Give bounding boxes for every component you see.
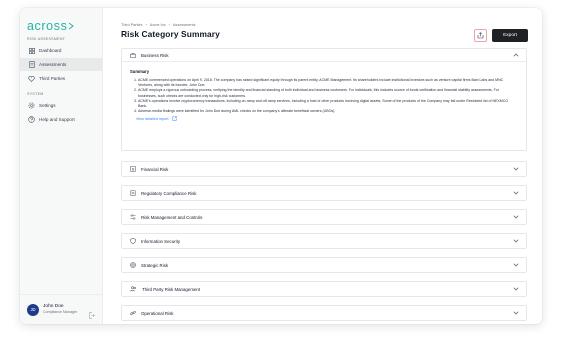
heart-icon [28,75,35,82]
view-report-label: View detailed report [136,116,169,121]
sidebar-item-settings[interactable]: Settings [20,99,102,112]
summary-item: ACME commenced operations on April 9, 20… [138,78,518,88]
accordion-financial-risk[interactable]: $ Financial Risk [121,161,527,177]
help-circle-icon [28,116,35,123]
accordion-third-party-risk[interactable]: Third Party Risk Management [121,281,527,297]
export-button[interactable]: Export [492,29,528,42]
target-icon [130,262,136,268]
summary-item: ACME employs a rigorous onboarding proce… [138,88,518,98]
accordion-title: Business Risk [141,52,169,58]
logo-text: across [27,19,68,33]
view-report-link[interactable]: View detailed report [136,116,526,122]
summary-item: ACME's operations involve cryptocurrency… [138,99,518,109]
sidebar-item-assessments[interactable]: Assessments [20,58,102,71]
share-icon [477,32,484,39]
chevron-down-icon [513,263,519,268]
page-title: Risk Category Summary [121,29,220,39]
nav-system: Settings Help and Support [20,99,102,126]
accordion-title: Information Security [141,238,181,244]
breadcrumb-item[interactable]: Acme Inc [150,23,166,27]
external-link-icon [171,116,177,122]
gear-icon [28,102,35,109]
section-label-system: SYSTEM [27,92,44,96]
accordion-information-security[interactable]: Information Security [121,233,527,249]
breadcrumb-separator-icon: › [168,23,170,27]
svg-text:$: $ [132,167,135,172]
sidebar-item-label: Help and Support [39,117,75,122]
accordion-title: Risk Management and Controls [141,214,203,220]
sidebar-item-label: Dashboard [39,48,62,53]
sidebar-item-third-parties[interactable]: Third Parties [20,72,102,85]
accordion-title: Financial Risk [141,166,169,172]
main-content: Third Parties › Acme Inc › Assessments R… [103,8,542,324]
accordion-title: Strategic Risk [141,262,169,268]
grid-icon [28,47,35,54]
sidebar-item-label: Third Parties [39,76,66,81]
nav-primary: Dashboard Assessments Third Parties [20,44,102,85]
summary-item: Adverse-media findings were identified f… [138,109,518,114]
sliders-icon [130,214,136,220]
breadcrumb-item[interactable]: Assessments [173,23,196,27]
user-profile[interactable]: JD John Doe Compliance Manager [20,294,102,324]
users-icon [130,286,137,292]
user-info: John Doe Compliance Manager [43,304,77,314]
chevron-down-icon [513,191,519,196]
logo: across [20,18,102,34]
chevron-down-icon [513,311,519,316]
clipboard-icon [130,190,136,196]
chevron-down-icon [513,215,519,220]
chevron-down-icon [513,239,519,244]
logout-icon[interactable] [89,306,95,324]
logo-chevron-icon [69,22,75,30]
accordion-title: Operational Risk [141,310,174,316]
document-icon [28,61,35,68]
user-role: Compliance Manager [43,310,78,315]
breadcrumb-separator-icon: › [145,23,147,27]
accordion-strategic-risk[interactable]: Strategic Risk [121,257,527,273]
section-label-risk: RISK ASSESSMENT [27,37,66,41]
accordion-title: Regulatory Compliance Risk [141,190,197,196]
dollar-icon: $ [130,166,136,172]
chevron-up-icon[interactable] [513,53,519,58]
sidebar-item-label: Settings [39,103,56,108]
share-button[interactable] [474,29,487,42]
accordion-operational-risk[interactable]: Operational Risk [121,305,527,321]
accordion-regulatory-risk[interactable]: Regulatory Compliance Risk [121,185,527,201]
summary-list: ACME commenced operations on April 9, 20… [138,78,518,114]
sidebar-item-dashboard[interactable]: Dashboard [20,44,102,57]
accordion-risk-management[interactable]: Risk Management and Controls [121,209,527,225]
briefcase-icon [130,52,136,58]
accordion-header[interactable]: Business Risk [122,49,526,62]
chevron-down-icon [513,167,519,172]
sidebar-item-label: Assessments [39,62,67,67]
chevron-down-icon [513,287,519,292]
summary-heading: Summary [130,69,150,74]
sidebar: across RISK ASSESSMENT Dashboard Assessm… [20,8,103,324]
shield-icon [130,238,136,244]
accordion-title: Third Party Risk Management [142,286,201,292]
breadcrumb: Third Parties › Acme Inc › Assessments [121,23,195,27]
breadcrumb-item[interactable]: Third Parties [121,23,143,27]
link-icon [130,310,136,316]
app-window: across RISK ASSESSMENT Dashboard Assessm… [20,8,542,324]
sidebar-item-help[interactable]: Help and Support [20,113,102,126]
accordion-business-risk: Business Risk Summary ACME commenced ope… [121,48,527,151]
avatar: JD [27,303,39,316]
